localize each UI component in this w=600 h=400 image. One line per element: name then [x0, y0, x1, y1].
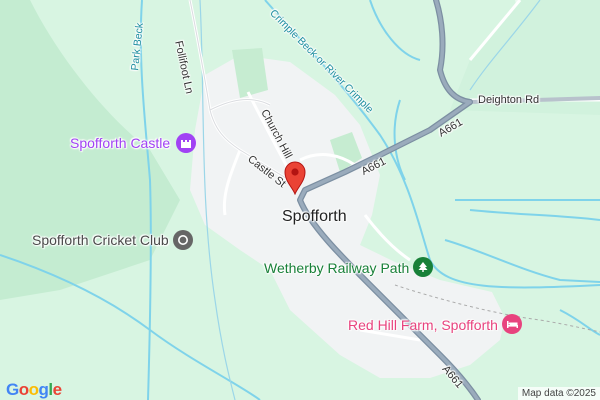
- poi-label-railway-path[interactable]: Wetherby Railway Path: [264, 261, 409, 275]
- map-canvas[interactable]: Follifoot Ln Park Beck Church Hill Castl…: [0, 0, 600, 400]
- poi-label-castle[interactable]: Spofforth Castle: [70, 136, 170, 150]
- bed-icon[interactable]: [502, 314, 522, 334]
- map-attribution[interactable]: Map data ©2025: [517, 387, 600, 400]
- google-logo-text: Google: [6, 380, 62, 399]
- town-label[interactable]: Spofforth: [282, 209, 347, 225]
- location-pin-icon[interactable]: [283, 161, 307, 195]
- road-label-deighton-rd: Deighton Rd: [478, 94, 540, 106]
- sports-icon[interactable]: [173, 230, 193, 250]
- poi-label-farm[interactable]: Red Hill Farm, Spofforth: [348, 318, 498, 332]
- map-base-layer: [0, 0, 600, 400]
- poi-label-cricket-club[interactable]: Spofforth Cricket Club: [32, 233, 169, 247]
- tree-icon[interactable]: [413, 257, 433, 277]
- google-logo[interactable]: Google: [6, 380, 62, 400]
- castle-icon[interactable]: [176, 133, 196, 153]
